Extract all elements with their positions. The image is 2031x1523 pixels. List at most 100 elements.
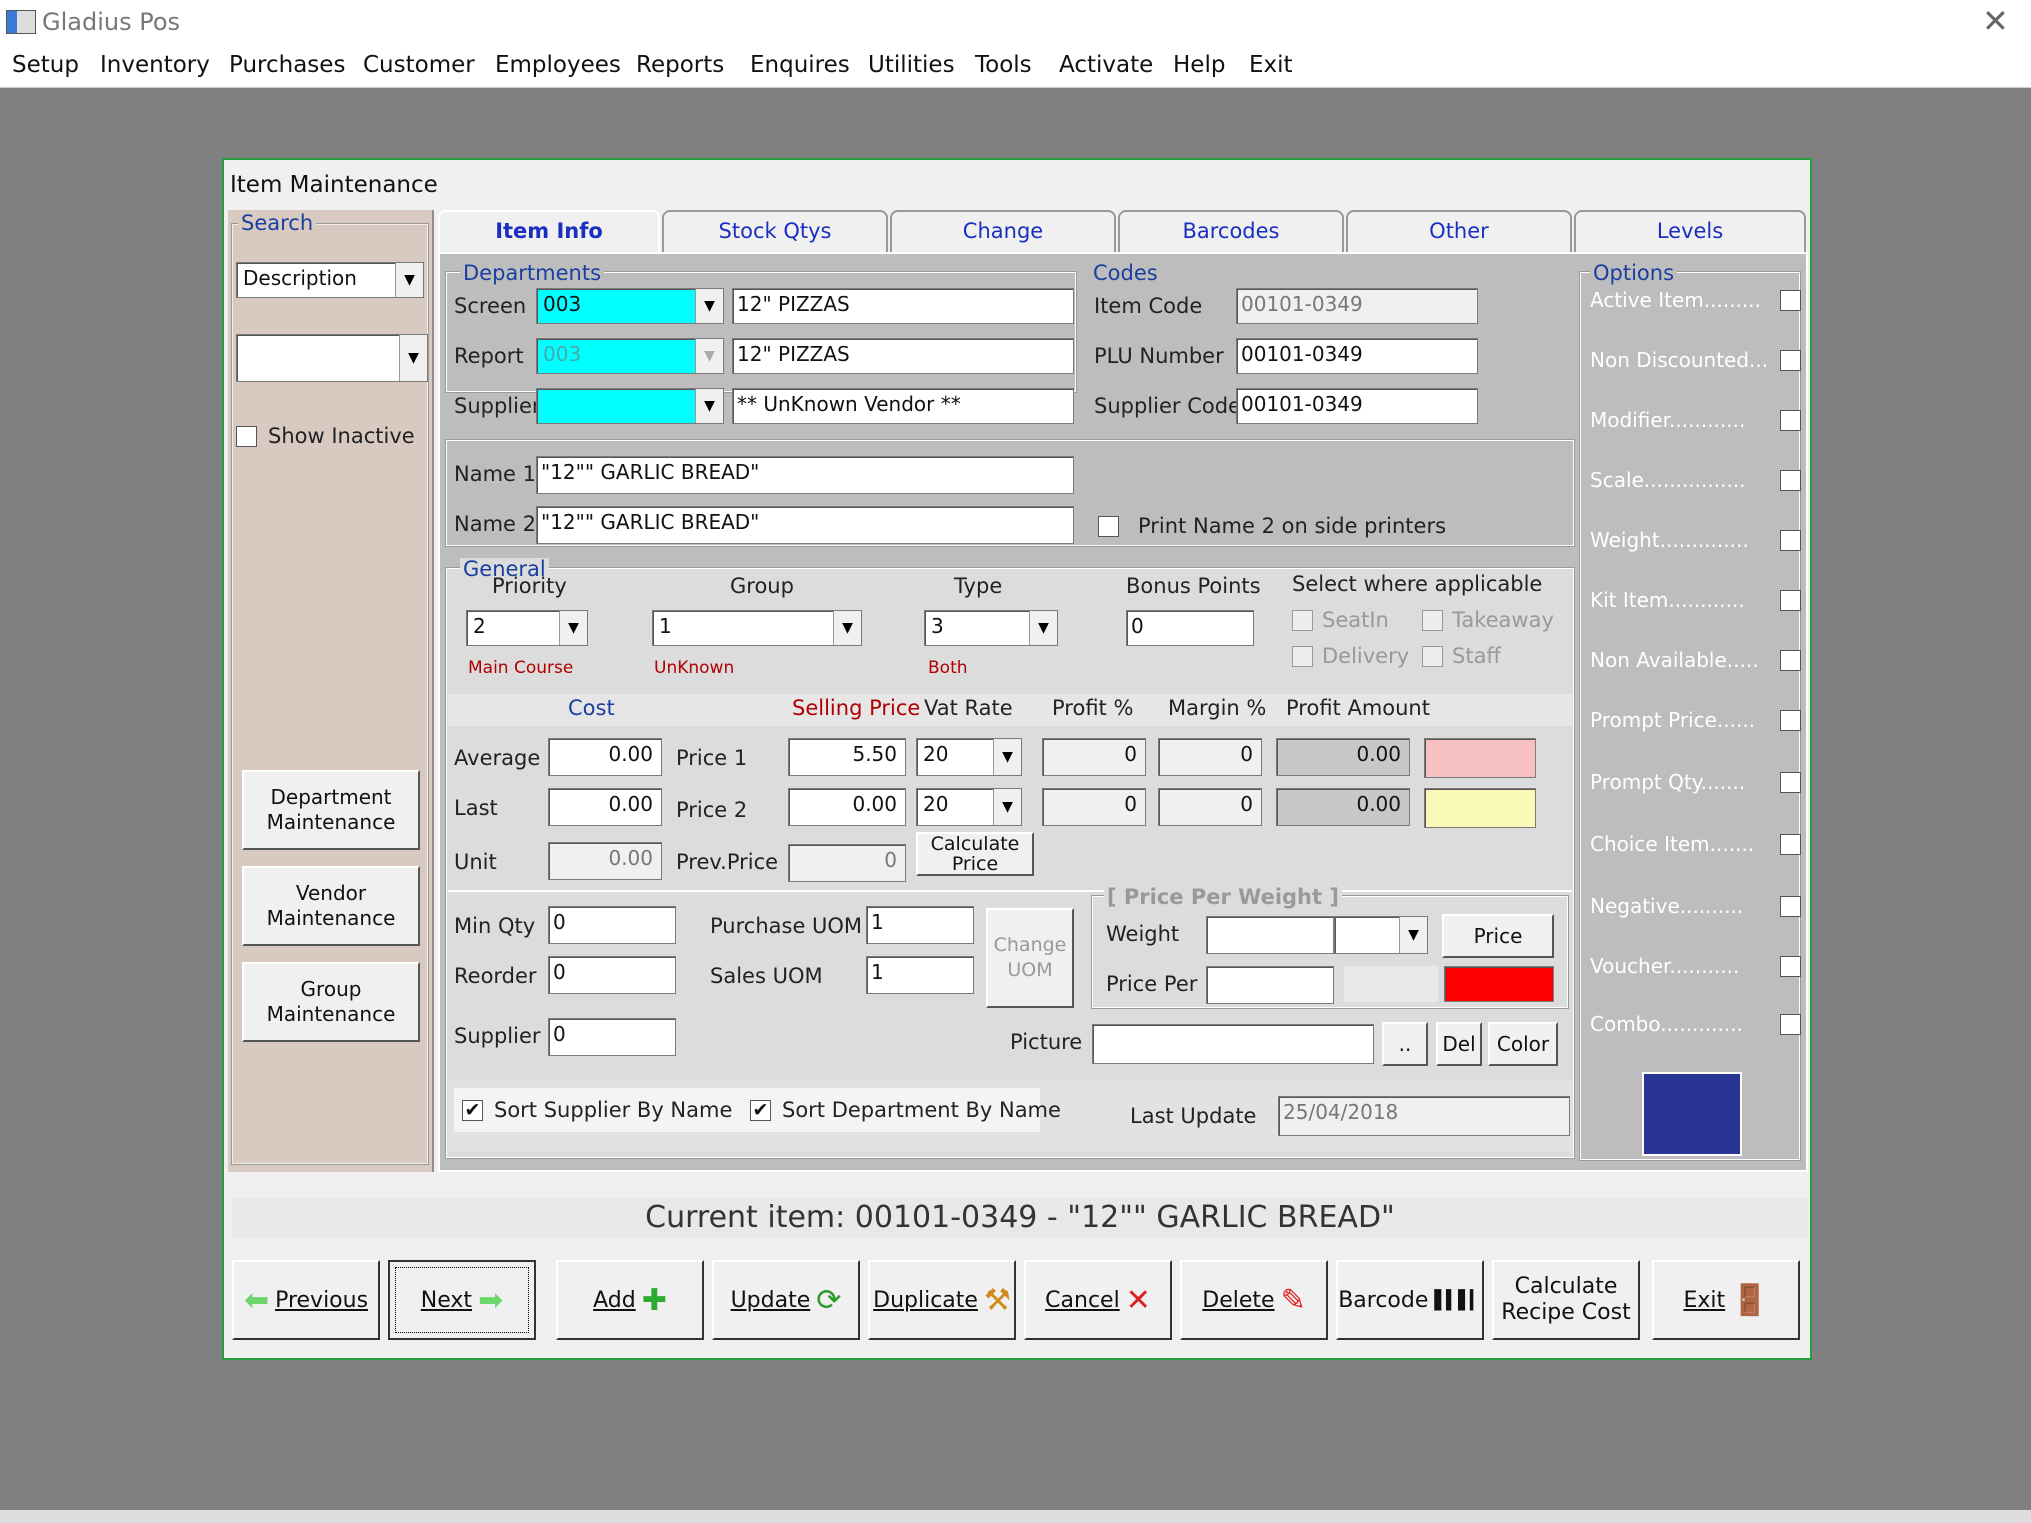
option-checkbox[interactable]	[1780, 710, 1801, 731]
close-icon[interactable]: ✕	[1982, 2, 2009, 40]
option-checkbox[interactable]	[1780, 530, 1801, 551]
menu-purchases[interactable]: Purchases	[229, 52, 345, 78]
bonus-field[interactable]: 0	[1126, 610, 1254, 646]
tab-barcodes[interactable]: Barcodes	[1118, 210, 1344, 252]
tab-change[interactable]: Change	[890, 210, 1116, 252]
picture-field[interactable]	[1092, 1024, 1374, 1064]
picture-browse-button[interactable]: ..	[1382, 1022, 1428, 1066]
priority-select[interactable]: 2 ▼	[466, 610, 588, 646]
search-field-select[interactable]: Description ▼	[236, 262, 424, 298]
group-select[interactable]: 1 ▼	[652, 610, 862, 646]
ppw-price-button[interactable]: Price	[1442, 914, 1554, 958]
picture-color-button[interactable]: Color	[1488, 1022, 1558, 1066]
tab-stock-qtys[interactable]: Stock Qtys	[662, 210, 888, 252]
average-cost-field[interactable]: 0.00	[548, 738, 662, 776]
option-checkbox[interactable]	[1780, 470, 1801, 491]
previous-button[interactable]: ⬅ Previous	[232, 1260, 380, 1340]
menu-employees[interactable]: Employees	[495, 52, 621, 78]
delete-button[interactable]: Delete ✎	[1180, 1260, 1328, 1340]
menu-help[interactable]: Help	[1173, 52, 1225, 78]
staff-label: Staff	[1452, 644, 1501, 668]
supplier-pct-field[interactable]: 0	[548, 1018, 676, 1056]
price1-field[interactable]: 5.50	[788, 738, 906, 776]
option-checkbox[interactable]	[1780, 650, 1801, 671]
option-checkbox[interactable]: ✔	[1780, 290, 1801, 311]
vat-rate-label: Vat Rate	[924, 696, 1013, 720]
barcode-button[interactable]: Barcode ▌▍▌▎	[1336, 1260, 1484, 1340]
price2-field[interactable]: 0.00	[788, 788, 906, 826]
report-dept-select[interactable]: 003 ▼	[536, 338, 724, 374]
option-checkbox[interactable]	[1780, 350, 1801, 371]
vendor-maintenance-button[interactable]: Vendor Maintenance	[242, 866, 420, 946]
option-checkbox[interactable]	[1780, 896, 1801, 917]
weight-unit-select[interactable]: ▼	[1334, 916, 1428, 954]
takeaway-checkbox[interactable]	[1422, 610, 1443, 631]
reorder-field[interactable]: 0	[548, 956, 676, 994]
plu-field[interactable]: 00101-0349	[1236, 338, 1478, 374]
change-uom-button[interactable]: Change UOM	[986, 908, 1074, 1008]
option-checkbox[interactable]	[1780, 410, 1801, 431]
item-code-field[interactable]: 00101-0349	[1236, 288, 1478, 324]
option-checkbox[interactable]	[1780, 834, 1801, 855]
option-checkbox[interactable]	[1780, 1014, 1801, 1035]
sort-department-checkbox[interactable]: ✔	[750, 1100, 771, 1121]
option-checkbox[interactable]	[1780, 956, 1801, 977]
vat1-select[interactable]: 20 ▼	[916, 738, 1022, 776]
menu-activate[interactable]: Activate	[1059, 52, 1153, 78]
duplicate-button[interactable]: Duplicate ⚒	[868, 1260, 1016, 1340]
calculate-price-button[interactable]: Calculate Price	[916, 832, 1034, 876]
purchase-uom-field[interactable]: 1	[866, 906, 974, 944]
next-button[interactable]: Next ➡	[388, 1260, 536, 1340]
name2-field[interactable]: "12"" GARLIC BREAD"	[536, 506, 1074, 544]
price1-color-swatch[interactable]	[1424, 738, 1536, 778]
show-inactive-checkbox[interactable]	[236, 426, 257, 447]
cost-label: Cost	[568, 696, 615, 720]
tab-other[interactable]: Other	[1346, 210, 1572, 252]
sort-supplier-checkbox[interactable]: ✔	[462, 1100, 483, 1121]
group-value: 1	[659, 614, 672, 638]
name1-field[interactable]: "12"" GARLIC BREAD"	[536, 456, 1074, 494]
last-cost-field[interactable]: 0.00	[548, 788, 662, 826]
staff-checkbox[interactable]	[1422, 646, 1443, 667]
menu-inventory[interactable]: Inventory	[100, 52, 210, 78]
menu-exit[interactable]: Exit	[1249, 52, 1293, 78]
print-name2-label: Print Name 2 on side printers	[1138, 514, 1447, 538]
menu-utilities[interactable]: Utilities	[868, 52, 955, 78]
picture-delete-button[interactable]: Del	[1436, 1022, 1482, 1066]
delivery-checkbox[interactable]	[1292, 646, 1313, 667]
seatin-checkbox[interactable]	[1292, 610, 1313, 631]
tools-icon: ⚒	[983, 1282, 1011, 1318]
update-button[interactable]: Update ⟳	[712, 1260, 860, 1340]
option-checkbox[interactable]	[1780, 772, 1801, 793]
button-color-swatch[interactable]	[1642, 1072, 1742, 1156]
price-per-field[interactable]	[1206, 966, 1334, 1004]
option-checkbox[interactable]	[1780, 590, 1801, 611]
menu-enquires[interactable]: Enquires	[750, 52, 850, 78]
menu-reports[interactable]: Reports	[636, 52, 724, 78]
exit-button[interactable]: Exit 🚪	[1652, 1260, 1800, 1340]
search-value-select[interactable]: ▼	[236, 334, 428, 382]
price2-color-swatch[interactable]	[1424, 788, 1536, 828]
vat2-select[interactable]: 20 ▼	[916, 788, 1022, 826]
menu-setup[interactable]: Setup	[12, 52, 79, 78]
tab-item-info[interactable]: Item Info	[438, 210, 660, 256]
min-qty-field[interactable]: 0	[548, 906, 676, 944]
option-weight: Weight..............	[1590, 528, 1801, 552]
plu-label: PLU Number	[1094, 344, 1224, 368]
cancel-button[interactable]: Cancel ✕	[1024, 1260, 1172, 1340]
type-select[interactable]: 3 ▼	[924, 610, 1058, 646]
supplier-code-field[interactable]: 00101-0349	[1236, 388, 1478, 424]
print-name2-checkbox[interactable]	[1098, 516, 1119, 537]
menu-tools[interactable]: Tools	[975, 52, 1032, 78]
weight-field[interactable]	[1206, 916, 1334, 954]
sales-uom-field[interactable]: 1	[866, 956, 974, 994]
ppw-color-swatch[interactable]	[1444, 966, 1554, 1002]
add-button[interactable]: Add ✚	[556, 1260, 704, 1340]
group-maintenance-button[interactable]: Group Maintenance	[242, 962, 420, 1042]
screen-dept-select[interactable]: 003 ▼	[536, 288, 724, 324]
department-maintenance-button[interactable]: Department Maintenance	[242, 770, 420, 850]
menu-customer[interactable]: Customer	[363, 52, 475, 78]
supplier-select[interactable]: ▼	[536, 388, 724, 424]
tab-levels[interactable]: Levels	[1574, 210, 1806, 252]
calculate-recipe-cost-button[interactable]: Calculate Recipe Cost	[1492, 1260, 1640, 1340]
